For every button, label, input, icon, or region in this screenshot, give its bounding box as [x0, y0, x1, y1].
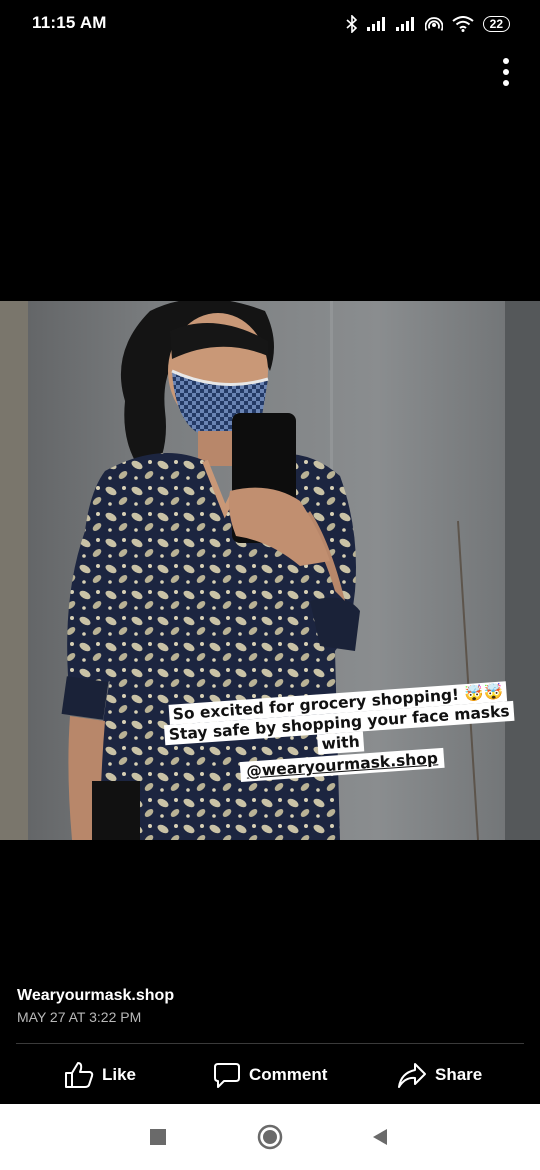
recent-apps-button[interactable] — [128, 1104, 188, 1170]
more-options-button[interactable] — [492, 52, 520, 92]
dot — [503, 69, 509, 75]
comment-label: Comment — [249, 1065, 328, 1084]
status-time: 11:15 AM — [32, 13, 107, 32]
comment-icon — [214, 1063, 240, 1088]
action-bar: Like Comment Share — [0, 1050, 540, 1100]
share-button[interactable]: Share — [397, 1050, 482, 1100]
thumbs-up-icon — [65, 1062, 94, 1088]
system-nav-bar — [0, 1104, 540, 1170]
dot — [503, 80, 509, 86]
home-icon — [257, 1124, 283, 1150]
back-icon — [373, 1129, 387, 1145]
author-name[interactable]: Wearyourmask.shop — [17, 987, 174, 1005]
like-label: Like — [102, 1065, 137, 1084]
status-icons: 22 — [346, 13, 510, 35]
comment-button[interactable]: Comment — [213, 1050, 327, 1100]
status-bar: 11:15 AM 22 — [0, 0, 540, 46]
story-photo[interactable]: So excited for grocery shopping! 🤯🤯 Stay… — [0, 301, 540, 840]
hotspot-icon — [424, 17, 443, 31]
dot — [503, 58, 509, 64]
sticker-line: with — [316, 731, 365, 755]
signal-icon — [366, 17, 385, 31]
post-timestamp: MAY 27 AT 3:22 PM — [17, 1009, 142, 1025]
bluetooth-icon — [346, 15, 357, 33]
home-button[interactable] — [240, 1104, 300, 1170]
like-button[interactable]: Like — [64, 1050, 136, 1100]
divider — [16, 1043, 524, 1044]
recent-apps-icon — [150, 1129, 166, 1145]
share-label: Share — [435, 1065, 483, 1084]
wifi-icon — [452, 16, 474, 32]
signal-icon — [395, 17, 414, 31]
share-arrow-icon — [398, 1063, 426, 1088]
battery-icon: 22 — [482, 16, 510, 32]
back-button[interactable] — [350, 1104, 410, 1170]
